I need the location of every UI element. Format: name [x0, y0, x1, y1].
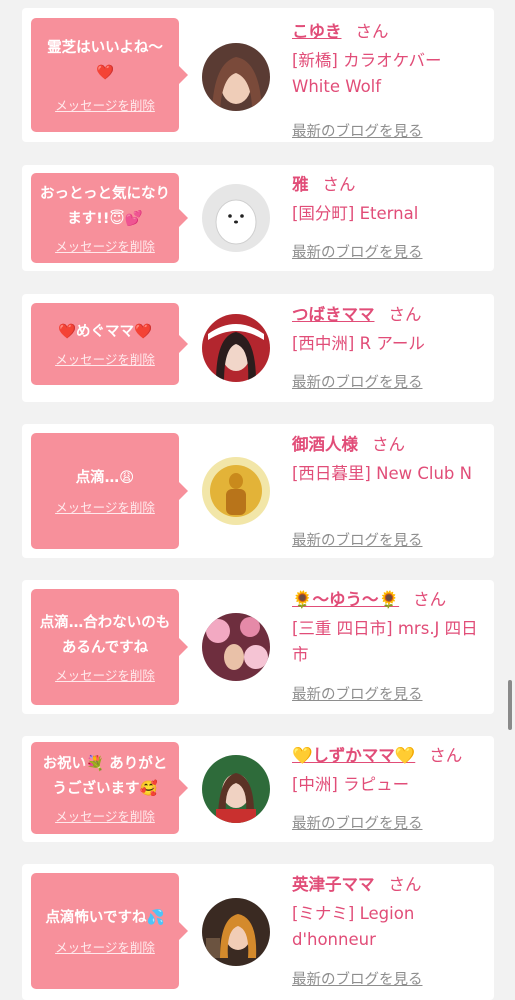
message-card: おっとっと気になります!!😇💕 メッセージを削除 雅さん [国分町] Etern… — [22, 165, 494, 271]
avatar-photo — [202, 184, 270, 252]
avatar-photo — [202, 43, 270, 111]
message-card: 点滴怖いですね💦 メッセージを削除 英津子ママ さん [ミナミ] Legion d… — [22, 864, 494, 1000]
message-card: 霊芝はいいよね〜❤️ メッセージを削除 こゆき さん [新橋] カラオケバー Wh… — [22, 8, 494, 142]
delete-message-link[interactable]: メッセージを削除 — [55, 95, 155, 114]
shop-text: [国分町] Eternal — [292, 204, 419, 223]
message-card: 点滴…😩 メッセージを削除 御酒人様 さん [西日暮里] New Club N 最… — [22, 424, 494, 558]
message-bubble: おっとっと気になります!!😇💕 メッセージを削除 — [31, 173, 188, 263]
message-bubble: お祝い💐 ありがとうございます🥰 メッセージを削除 — [31, 742, 188, 834]
shop-text: [西日暮里] New Club N — [292, 464, 472, 483]
author-info: つばきママ さん [西中洲] R アール 最新のブログを見る — [292, 303, 482, 402]
author-name-link[interactable]: 御酒人様 — [292, 435, 358, 454]
honorific-text: さん — [372, 435, 405, 454]
message-bubble: 点滴…合わないのもあるんですね メッセージを削除 — [31, 589, 188, 705]
avatar[interactable] — [202, 184, 270, 252]
avatar[interactable] — [202, 613, 270, 681]
avatar-photo — [202, 457, 270, 525]
message-text: 点滴…😩 — [75, 470, 135, 486]
author-name-link[interactable]: 🌻〜ゆう〜🌻 — [292, 590, 399, 609]
delete-message-link[interactable]: メッセージを削除 — [55, 937, 155, 956]
author-name-link[interactable]: つばきママ — [292, 305, 375, 324]
latest-blog-link[interactable]: 最新のブログを見る — [292, 529, 423, 550]
message-text: お祝い💐 ありがとうございます🥰 — [42, 755, 168, 797]
shop-text: [中洲] ラピュー — [292, 775, 410, 794]
honorific-text: さん — [429, 746, 463, 765]
message-text: 点滴…合わないのもあるんですね — [39, 614, 171, 656]
avatar[interactable] — [202, 898, 270, 966]
avatar-photo — [202, 755, 270, 823]
latest-blog-link[interactable]: 最新のブログを見る — [292, 241, 423, 262]
latest-blog-link[interactable]: 最新のブログを見る — [292, 683, 423, 704]
honorific-text: さん — [413, 590, 447, 609]
author-info: 御酒人様 さん [西日暮里] New Club N 最新のブログを見る — [292, 433, 482, 558]
scrollbar[interactable] — [508, 680, 512, 730]
message-bubble: ❤️めぐママ❤️ メッセージを削除 — [31, 303, 188, 385]
avatar-photo — [202, 314, 270, 382]
avatar-photo — [202, 613, 270, 681]
shop-text: [ミナミ] Legion d'honneur — [292, 904, 415, 949]
honorific-text: さん — [388, 875, 422, 894]
message-bubble: 点滴怖いですね💦 メッセージを削除 — [31, 873, 188, 989]
shop-text: [三重 四日市] mrs.J 四日市 — [292, 619, 478, 664]
message-text: おっとっと気になります!!😇💕 — [39, 185, 171, 227]
honorific-text: さん — [322, 175, 356, 194]
honorific-text: さん — [388, 305, 422, 324]
delete-message-link[interactable]: メッセージを削除 — [55, 236, 155, 255]
author-name-link[interactable]: こゆき — [292, 22, 342, 41]
delete-message-link[interactable]: メッセージを削除 — [55, 349, 155, 368]
message-card: 点滴…合わないのもあるんですね メッセージを削除 🌻〜ゆう〜🌻 さん [三重 四日… — [22, 580, 494, 714]
message-card: お祝い💐 ありがとうございます🥰 メッセージを削除 💛しずかママ💛 さん [中洲]… — [22, 736, 494, 842]
honorific-text: さん — [355, 22, 389, 41]
avatar[interactable] — [202, 314, 270, 382]
message-card: ❤️めぐママ❤️ メッセージを削除 つばきママ さん [西中洲] R アール 最新… — [22, 294, 494, 402]
author-info: こゆき さん [新橋] カラオケバー White Wolf 最新のブログを見る — [292, 20, 482, 142]
avatar[interactable] — [202, 755, 270, 823]
delete-message-link[interactable]: メッセージを削除 — [55, 497, 155, 516]
message-text: 点滴怖いですね💦 — [45, 910, 165, 926]
latest-blog-link[interactable]: 最新のブログを見る — [292, 371, 423, 392]
author-info: 💛しずかママ💛 さん [中洲] ラピュー 最新のブログを見る — [292, 744, 482, 842]
message-text: ❤️めぐママ❤️ — [57, 324, 153, 340]
avatar[interactable] — [202, 43, 270, 111]
shop-text: [西中洲] R アール — [292, 334, 425, 353]
message-text: 霊芝はいいよね〜❤️ — [47, 40, 163, 81]
delete-message-link[interactable]: メッセージを削除 — [55, 665, 155, 684]
latest-blog-link[interactable]: 最新のブログを見る — [292, 812, 423, 833]
avatar-photo — [202, 898, 270, 966]
author-name-link[interactable]: 💛しずかママ💛 — [292, 746, 415, 765]
delete-message-link[interactable]: メッセージを削除 — [55, 806, 155, 825]
shop-text: [新橋] カラオケバー White Wolf — [292, 51, 442, 96]
latest-blog-link[interactable]: 最新のブログを見る — [292, 120, 423, 141]
avatar[interactable] — [202, 457, 270, 525]
author-info: 雅さん [国分町] Eternal 最新のブログを見る — [292, 173, 482, 271]
author-info: 🌻〜ゆう〜🌻 さん [三重 四日市] mrs.J 四日市 最新のブログを見る — [292, 588, 482, 714]
message-bubble: 点滴…😩 メッセージを削除 — [31, 433, 188, 549]
author-name-link[interactable]: 英津子ママ — [292, 875, 375, 894]
author-info: 英津子ママ さん [ミナミ] Legion d'honneur 最新のブログを見る — [292, 873, 482, 1000]
author-name-link[interactable]: 雅 — [292, 175, 309, 194]
latest-blog-link[interactable]: 最新のブログを見る — [292, 968, 423, 989]
message-bubble: 霊芝はいいよね〜❤️ メッセージを削除 — [31, 18, 188, 132]
